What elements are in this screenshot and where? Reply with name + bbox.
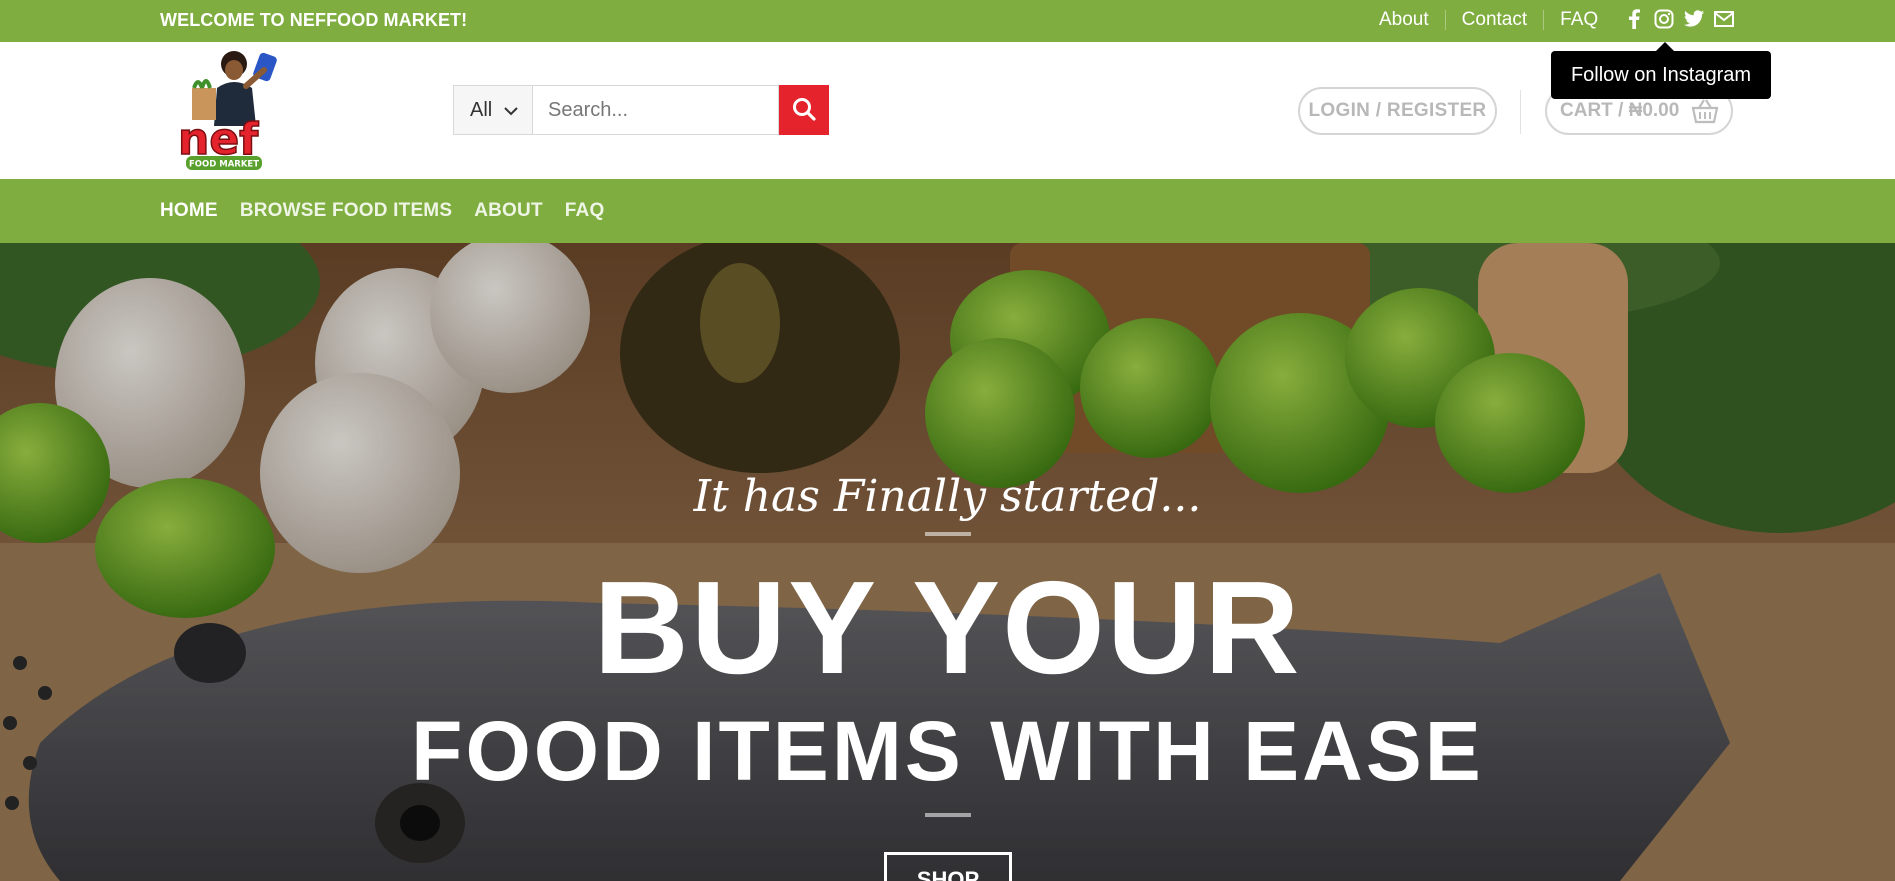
envelope-icon[interactable]	[1714, 8, 1734, 30]
social-links	[1624, 8, 1734, 30]
nav-item-about[interactable]: ABOUT	[474, 200, 543, 222]
basket-icon	[1691, 98, 1719, 130]
twitter-icon[interactable]	[1684, 8, 1704, 30]
hero-separator-bottom	[925, 813, 971, 817]
nav-item-home[interactable]: HOME	[160, 200, 218, 222]
logo-subtitle: FOOD MARKET	[189, 160, 259, 170]
hero-headline-line2: FOOD ITEMS WITH EASE	[411, 704, 1484, 798]
hero-headline-line1: BUY YOUR	[593, 554, 1302, 701]
search-icon	[792, 97, 816, 124]
shop-button[interactable]: SHOP	[884, 852, 1012, 881]
welcome-message: WELCOME TO NEFFOOD MARKET!	[160, 10, 468, 30]
search-button[interactable]	[779, 85, 829, 135]
top-link-about[interactable]: About	[1365, 10, 1445, 30]
hero-separator-top	[925, 532, 971, 536]
cart-label: CART / ₦0.00	[1560, 100, 1680, 121]
top-link-contact[interactable]: Contact	[1444, 10, 1543, 30]
instagram-tooltip: Follow on Instagram	[1551, 42, 1771, 99]
chevron-down-icon	[504, 99, 518, 122]
nav-item-browse-food-items[interactable]: BROWSE FOOD ITEMS	[240, 200, 452, 222]
header-divider	[1520, 90, 1521, 134]
search-input[interactable]	[533, 85, 779, 135]
login-register-button[interactable]: LOGIN / REGISTER	[1298, 87, 1497, 135]
nav-item-faq[interactable]: FAQ	[565, 200, 605, 222]
top-links: About Contact FAQ	[1365, 0, 1614, 40]
search-category-select[interactable]: All	[453, 85, 533, 135]
hero-banner: It has Finally started... BUY YOUR FOOD …	[0, 243, 1895, 881]
main-nav: HOME BROWSE FOOD ITEMS ABOUT FAQ	[0, 179, 1895, 243]
top-link-faq[interactable]: FAQ	[1543, 10, 1614, 30]
site-logo[interactable]: nef FOOD MARKET	[172, 48, 288, 176]
instagram-icon[interactable]	[1654, 8, 1674, 30]
search-form: All	[453, 85, 829, 135]
search-category-value: All	[470, 98, 493, 121]
facebook-icon[interactable]	[1624, 8, 1644, 30]
hero-tagline: It has Finally started...	[693, 471, 1202, 522]
top-bar: WELCOME TO NEFFOOD MARKET! About Contact…	[0, 0, 1895, 42]
